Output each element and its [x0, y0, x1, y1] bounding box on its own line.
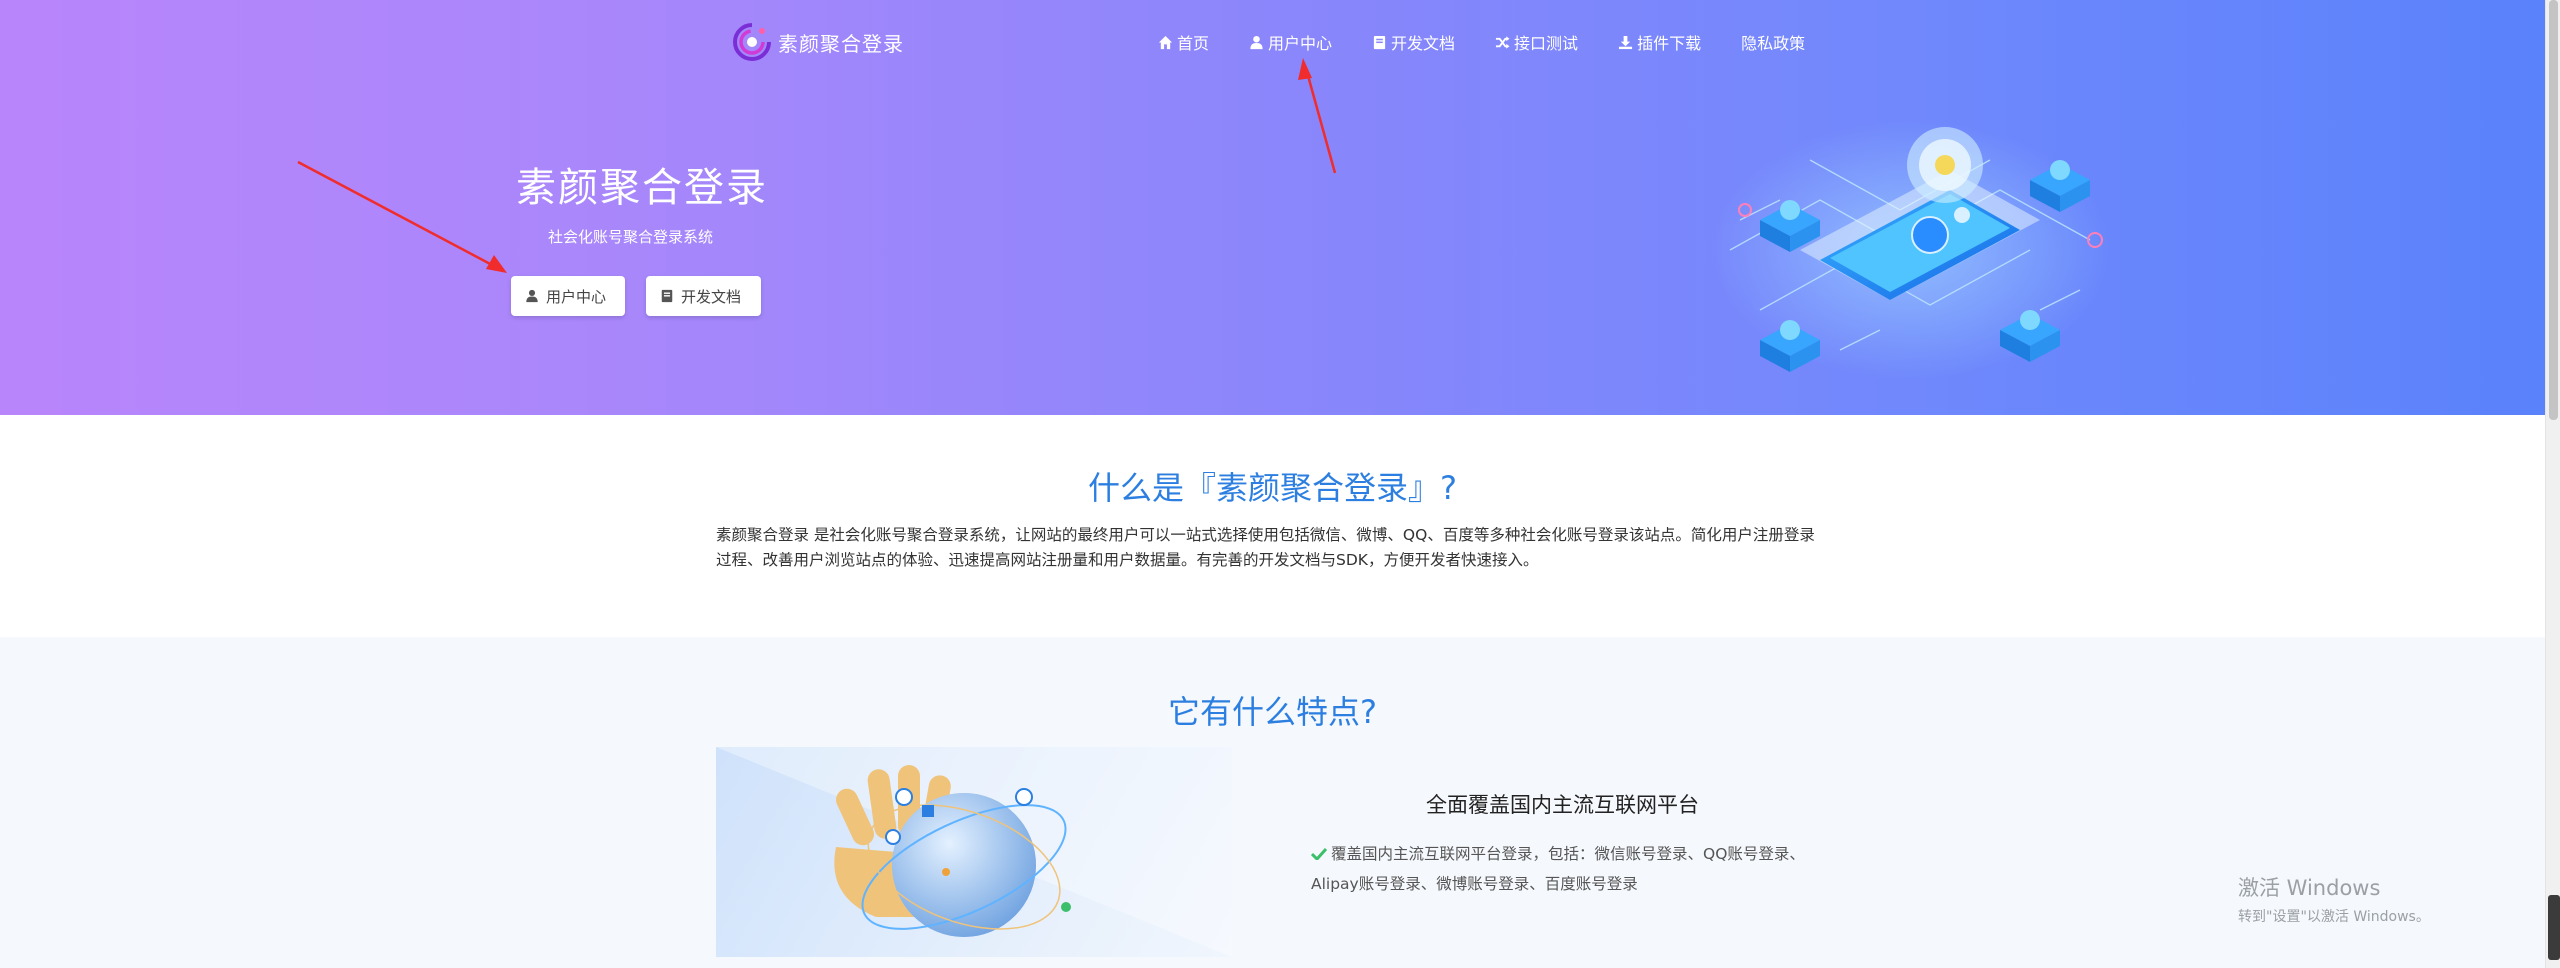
watermark-line-2: 转到"设置"以激活 Windows。 — [2238, 909, 2430, 925]
download-icon — [1619, 35, 1633, 49]
windows-activation-watermark: 激活 Windows 转到"设置"以激活 Windows。 — [2238, 872, 2430, 926]
nav-privacy-policy-label: 隐私政策 — [1741, 34, 1806, 53]
watermark-line-1: 激活 Windows — [2238, 876, 2381, 900]
user-icon — [526, 289, 538, 303]
nav-plugin-download[interactable]: 插件下载 — [1618, 30, 1701, 54]
hero-banner: 素颜聚合登录 首页 用户中心 开发文档 接口测试 插件下载 隐私政策 素颜聚合登… — [0, 0, 2545, 415]
swirl-logo-icon — [733, 23, 771, 61]
about-section: 什么是『素颜聚合登录』? 素颜聚合登录 是社会化账号聚合登录系统，让网站的最终用… — [0, 415, 2545, 637]
nav-dev-docs-label: 开发文档 — [1391, 34, 1456, 53]
hero-title: 素颜聚合登录 — [516, 165, 768, 211]
book-icon — [661, 289, 673, 303]
nav-user-center[interactable]: 用户中心 — [1249, 30, 1332, 54]
user-center-button[interactable]: 用户中心 — [511, 276, 625, 316]
user-center-button-label: 用户中心 — [546, 287, 607, 306]
main-nav: 首页 用户中心 开发文档 接口测试 插件下载 隐私政策 — [1158, 30, 1805, 54]
nav-plugin-download-label: 插件下载 — [1637, 34, 1702, 53]
nav-home[interactable]: 首页 — [1158, 30, 1209, 54]
user-icon — [1250, 35, 1263, 49]
feature-text-content: 覆盖国内主流互联网平台登录，包括：微信账号登录、QQ账号登录、Alipay账号登… — [1311, 845, 1805, 893]
features-title: 它有什么特点? — [1168, 693, 1377, 731]
about-description: 素颜聚合登录 是社会化账号聚合登录系统，让网站的最终用户可以一站式选择使用包括微… — [716, 526, 1815, 569]
dev-docs-button-label: 开发文档 — [681, 287, 742, 306]
about-title: 什么是『素颜聚合登录』? — [1088, 469, 1457, 507]
nav-dev-docs[interactable]: 开发文档 — [1372, 30, 1455, 54]
nav-user-center-label: 用户中心 — [1268, 34, 1333, 53]
hero-subtitle: 社会化账号聚合登录系统 — [548, 228, 714, 246]
brand[interactable]: 素颜聚合登录 — [732, 22, 904, 62]
top-navbar: 素颜聚合登录 首页 用户中心 开发文档 接口测试 插件下载 隐私政策 — [0, 0, 2545, 84]
nav-home-label: 首页 — [1177, 34, 1210, 53]
nav-api-test[interactable]: 接口测试 — [1495, 30, 1578, 54]
home-icon — [1158, 35, 1173, 49]
features-section: 它有什么特点? 全面覆盖国内主流互联网平台 覆盖国内主流互联网平台登录，包括：微… — [0, 637, 2545, 968]
floating-side-widget[interactable] — [2548, 895, 2560, 960]
feature-text: 覆盖国内主流互联网平台登录，包括：微信账号登录、QQ账号登录、Alipay账号登… — [1311, 839, 1831, 899]
brand-name: 素颜聚合登录 — [778, 31, 904, 56]
hand-globe-illustration — [716, 747, 1232, 957]
page-scrollbar[interactable] — [2545, 0, 2560, 968]
shuffle-icon — [1495, 35, 1510, 49]
nav-privacy-policy[interactable]: 隐私政策 — [1741, 30, 1805, 54]
check-icon — [1311, 848, 1327, 860]
book-icon — [1373, 35, 1386, 49]
nav-api-test-label: 接口测试 — [1514, 34, 1579, 53]
feature-heading: 全面覆盖国内主流互联网平台 — [1426, 793, 1699, 817]
platform-globe-illustration — [716, 747, 1232, 957]
isometric-phone-illustration — [1710, 120, 2110, 380]
dev-docs-button[interactable]: 开发文档 — [646, 276, 761, 316]
scrollbar-thumb[interactable] — [2549, 0, 2558, 420]
